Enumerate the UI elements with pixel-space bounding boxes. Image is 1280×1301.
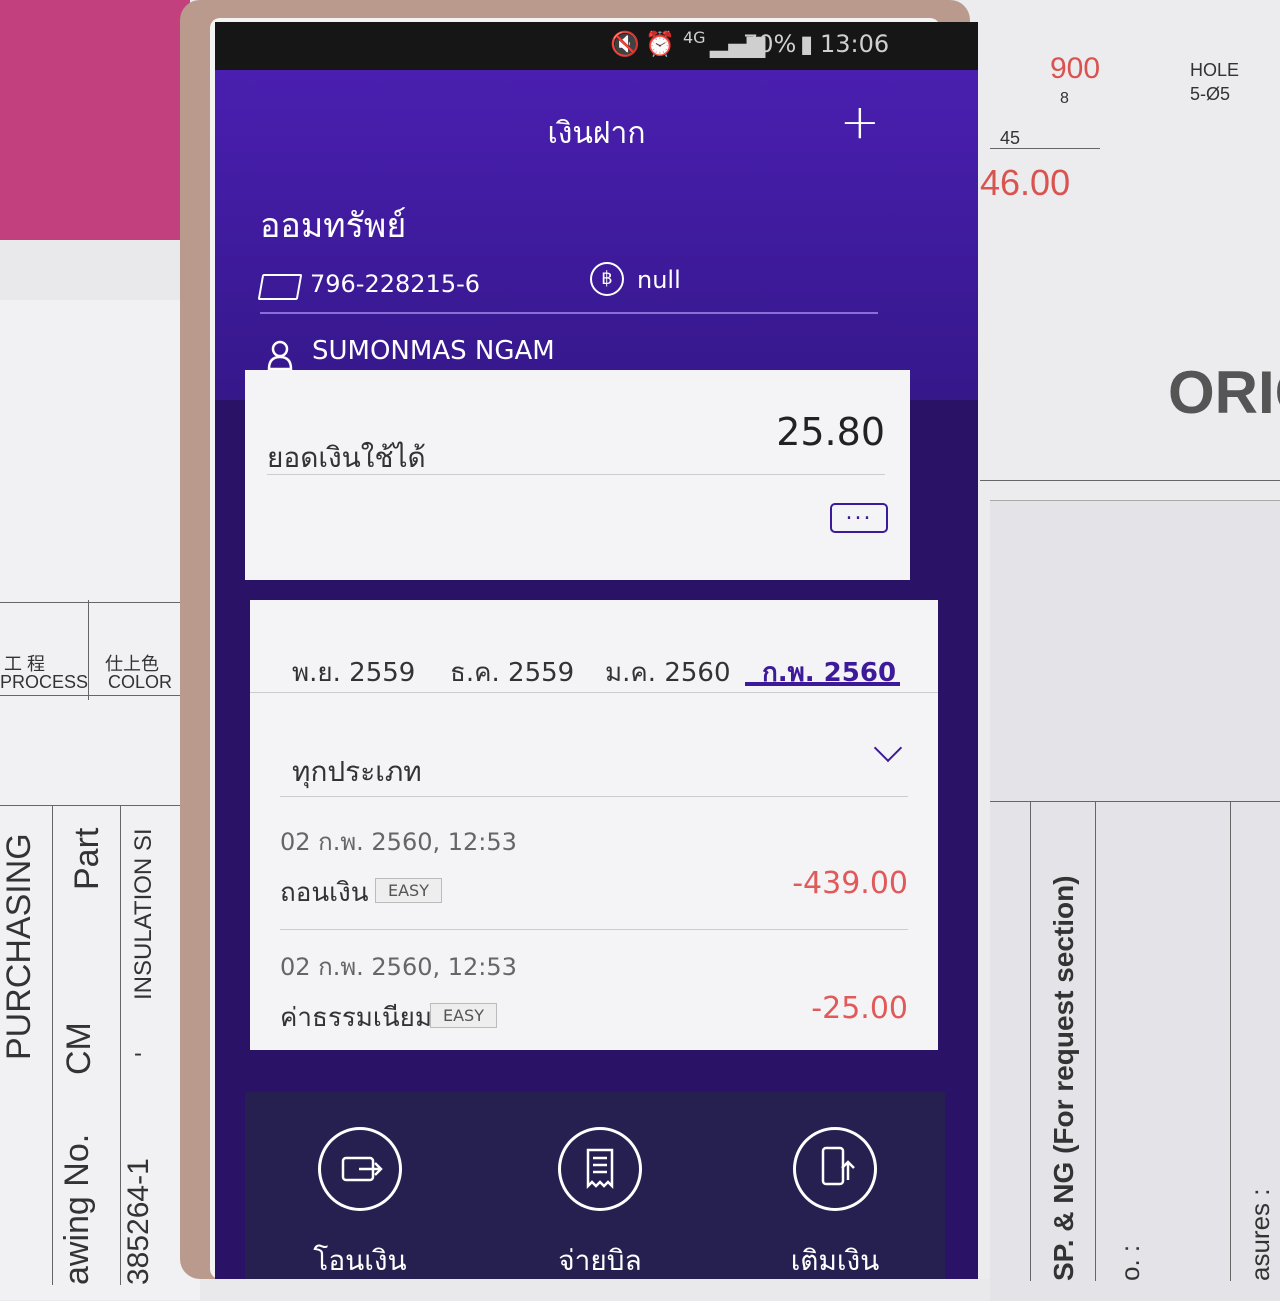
balance-display: null <box>637 266 681 294</box>
available-balance-amount: 25.80 <box>776 410 885 454</box>
transaction-datetime: 02 ก.พ. 2560, 12:53 <box>280 953 517 981</box>
background-document-left: 工 程 PROCESS 仕上色 COLOR PURCHASING Part IN… <box>0 300 200 1300</box>
doc-hole: HOLE <box>1190 60 1240 80</box>
add-account-button[interactable]: + <box>840 98 880 146</box>
doc-request: SP. & NG (For request section) <box>1048 875 1079 1281</box>
doc-8: 8 <box>1060 90 1069 107</box>
chevron-down-icon[interactable] <box>873 733 903 763</box>
pay-bill-button[interactable]: จ่ายบิล <box>515 1127 685 1279</box>
doc-insulation: INSULATION SI <box>130 828 157 1000</box>
transaction-description: ถอนเงิน <box>280 878 369 908</box>
doc-process-en: PROCESS <box>0 672 89 692</box>
doc-46: 46.00 <box>980 162 1071 203</box>
doc-45: 45 <box>1000 128 1021 148</box>
background-pink-folder <box>0 0 190 240</box>
header-divider <box>260 312 878 314</box>
transaction-datetime: 02 ก.พ. 2560, 12:53 <box>280 828 517 856</box>
bill-receipt-icon <box>558 1127 642 1211</box>
doc-cm: CM <box>60 1022 98 1075</box>
row-divider <box>280 929 908 930</box>
channel-badge: EASY <box>430 1003 497 1028</box>
account-type: ออมทรัพย์ <box>260 206 407 246</box>
balance-card: ยอดเงินใช้ได้ 25.80 ... <box>245 370 910 580</box>
doc-purchasing: PURCHASING <box>0 833 38 1060</box>
transaction-row[interactable]: 02 ก.พ. 2560, 12:53 ค่าธรรมเนียม EASY -2… <box>280 935 908 1055</box>
transfer-label: โอนเงิน <box>313 1244 407 1277</box>
status-bar: 🔇 ⏰ 4G ▂▄▆ 70% ▮ 13:06 <box>215 22 978 70</box>
top-up-button[interactable]: เติมเงิน <box>750 1127 920 1279</box>
doc-measures: asures : <box>1245 1188 1275 1282</box>
background-document-lower-right: SP. & NG (For request section) o. : asur… <box>990 500 1280 1301</box>
transaction-row[interactable]: 02 ก.พ. 2560, 12:53 ถอนเงิน EASY -439.00 <box>280 810 908 930</box>
transaction-amount: -439.00 <box>792 866 908 901</box>
bottom-action-bar: โอนเงิน จ่ายบิล เติมเงิน <box>245 1092 945 1279</box>
account-owner-name: SUMONMAS NGAM <box>312 336 555 366</box>
mute-icon: 🔇 <box>610 30 640 58</box>
transaction-description: ค่าธรรมเนียม <box>280 1003 432 1033</box>
battery-level: 70% <box>743 30 797 58</box>
account-header: เงินฝาก + ออมทรัพย์ 796-228215-6 ฿ null … <box>215 70 978 400</box>
doc-hole-spec: 5-Ø5 <box>1190 84 1231 104</box>
tab-month-nov-2559[interactable]: พ.ย. 2559 <box>292 652 415 693</box>
tab-month-feb-2560[interactable]: ก.พ. 2560 <box>762 652 896 693</box>
phone-topup-icon <box>793 1127 877 1211</box>
doc-dash: - <box>134 1040 142 1067</box>
network-type: 4G <box>683 28 706 47</box>
clock: 13:06 <box>820 30 890 58</box>
doc-900: 900 <box>1050 52 1101 85</box>
tab-month-dec-2559[interactable]: ธ.ค. 2559 <box>450 652 574 693</box>
transfer-button[interactable]: โอนเงิน <box>275 1127 445 1279</box>
transaction-amount: -25.00 <box>811 991 908 1026</box>
app-screen: 🔇 ⏰ 4G ▂▄▆ 70% ▮ 13:06 เงินฝาก + ออมทรัพ… <box>215 22 978 1279</box>
channel-badge: EASY <box>375 878 442 903</box>
top-up-label: เติมเงิน <box>790 1244 880 1277</box>
doc-drawing-val: 385264-1 <box>122 1158 155 1285</box>
battery-icon: ▮ <box>800 30 814 58</box>
doc-part: Part <box>68 827 106 890</box>
wallet-transfer-icon <box>318 1127 402 1211</box>
alarm-icon: ⏰ <box>645 30 675 58</box>
balance-divider <box>267 474 885 475</box>
active-tab-indicator <box>745 682 900 686</box>
baht-icon: ฿ <box>590 262 624 296</box>
user-icon <box>267 340 293 370</box>
bankbook-icon <box>257 274 303 300</box>
tab-month-jan-2560[interactable]: ม.ค. 2560 <box>605 652 731 693</box>
filter-divider <box>280 796 908 797</box>
more-options-button[interactable]: ... <box>830 502 888 533</box>
doc-color-en: COLOR <box>108 672 173 692</box>
doc-drawing-no: awing No. <box>58 1133 96 1285</box>
month-tabs: พ.ย. 2559 ธ.ค. 2559 ม.ค. 2560 ก.พ. 2560 <box>250 600 938 693</box>
transaction-type-filter[interactable]: ทุกประเภท <box>292 750 422 794</box>
pay-bill-label: จ่ายบิล <box>558 1244 642 1277</box>
doc-orig: ORIG <box>1168 359 1280 426</box>
transactions-card: พ.ย. 2559 ธ.ค. 2559 ม.ค. 2560 ก.พ. 2560 … <box>250 600 938 1050</box>
doc-o: o. : <box>1115 1244 1145 1281</box>
account-number: 796-228215-6 <box>310 270 481 298</box>
